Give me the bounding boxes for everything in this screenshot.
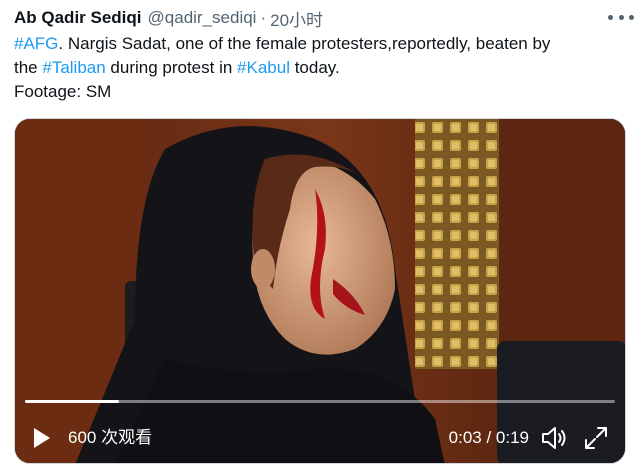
video-player[interactable]: 600 次观看 0:03 / 0:19	[14, 118, 626, 464]
separator-dot: ·	[260, 8, 267, 27]
tweet-text: #AFG. Nargis Sadat, one of the female pr…	[14, 32, 626, 104]
progress-bar[interactable]	[25, 400, 615, 403]
video-controls: 600 次观看 0:03 / 0:19	[15, 415, 625, 463]
tweet-text-part1: . Nargis Sadat, one of the female protes…	[58, 34, 551, 53]
expand-icon[interactable]	[583, 425, 609, 451]
hashtag-afg[interactable]: #AFG	[14, 34, 58, 53]
dot-1	[608, 14, 613, 20]
tweet-line-1: #AFG. Nargis Sadat, one of the female pr…	[14, 32, 626, 56]
dot-2	[618, 14, 624, 20]
timestamp[interactable]: 20小时	[270, 6, 323, 31]
author-handle[interactable]: @qadir_sediqi	[148, 8, 257, 28]
more-dots-icon[interactable]	[608, 10, 634, 24]
timecode: 0:03 / 0:19	[448, 428, 529, 447]
hashtag-kabul[interactable]: #Kabul	[237, 58, 290, 77]
tweet-text-part3: during protest in	[105, 58, 238, 77]
author-name[interactable]: Ab Qadir Sediqi	[14, 8, 142, 28]
video-frame	[15, 119, 625, 463]
tweet-text-part4: today.	[289, 58, 340, 77]
play-icon[interactable]	[33, 427, 51, 449]
tweet-line-2: the #Taliban during protest in #Kabul to…	[14, 56, 626, 80]
tweet-text-part2: the	[14, 58, 43, 77]
hashtag-taliban[interactable]: #Taliban	[42, 58, 105, 77]
dot-3	[629, 14, 634, 20]
progress-fill	[25, 400, 120, 403]
tweet-footage-line: Footage: SM	[14, 82, 112, 101]
volume-icon[interactable]	[541, 425, 569, 451]
view-count: 600 次观看	[68, 428, 153, 447]
tweet-header: Ab Qadir Sediqi @qadir_sediqi · 20小时	[14, 6, 626, 30]
